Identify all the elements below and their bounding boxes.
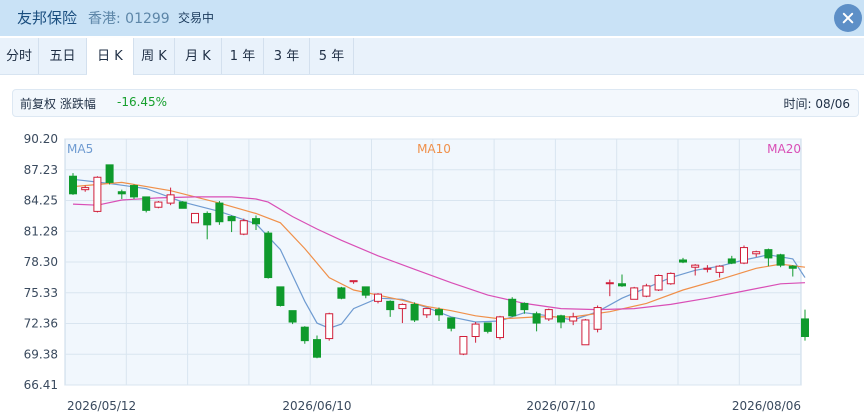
candle-body [496, 316, 504, 339]
candle-body [227, 216, 236, 222]
y-tick-label: 75.33 [24, 286, 58, 300]
candle-body [654, 274, 663, 291]
candle-body [93, 176, 102, 212]
kline-chart-svg[interactable]: 90.20 87.23 84.25 81.28 78.30 75.33 72.36 69.38… [0, 128, 864, 413]
stock-name: 友邦保险 [17, 9, 78, 27]
candle-body [142, 196, 151, 211]
candle-body [203, 212, 212, 226]
tab-weekly-k[interactable]: 周 K [134, 38, 175, 74]
candle-body [361, 286, 370, 296]
candle-body [386, 300, 395, 311]
tab-intraday[interactable]: 分时 [0, 38, 39, 74]
candle-body [349, 280, 358, 283]
time-label: 时间: 08/06 [783, 97, 850, 111]
candle-body [715, 265, 724, 273]
tab-three-year[interactable]: 3 年 [264, 38, 310, 74]
candle-body [410, 303, 419, 321]
candle-body [727, 258, 736, 264]
candle-body [581, 319, 590, 346]
candle-body [557, 315, 565, 323]
tab-five-year[interactable]: 5 年 [310, 38, 354, 74]
x-tick-label: 2026/05/12 [67, 399, 136, 413]
x-tick-label: 2026/08/06 [732, 399, 801, 413]
x-tick-label: 2026/06/10 [282, 399, 351, 413]
candle-body [544, 309, 553, 320]
candle-body [276, 286, 285, 306]
candle-body [642, 285, 651, 297]
candle-body [801, 318, 809, 338]
legend-ma20: MA20 [767, 142, 801, 156]
candle-body [630, 287, 639, 300]
candle-body [81, 187, 90, 191]
kline-chart[interactable]: 90.20 87.23 84.25 81.28 78.30 75.33 72.36 69.38… [0, 128, 864, 413]
candle-body [666, 272, 675, 285]
title-bar: 友邦保险 香港: 01299 交易中 [0, 0, 864, 36]
tab-daily-k[interactable]: 日 K [87, 38, 134, 75]
tab-five-day[interactable]: 五日 [39, 38, 87, 74]
close-icon[interactable] [834, 4, 862, 32]
info-bar: 前复权 涨跌幅 -16.45% 时间: 08/06 [12, 89, 859, 117]
legend-ma5: MA5 [67, 142, 93, 156]
candle-body [313, 339, 321, 358]
y-tick-label: 81.28 [24, 224, 58, 238]
candle-body [740, 247, 748, 264]
candle-body [618, 283, 626, 287]
candle-body [752, 251, 761, 255]
candle-body [166, 194, 175, 204]
candle-body [191, 212, 199, 224]
candle-body [508, 298, 517, 317]
candle-body [483, 322, 492, 332]
candle-body [447, 317, 456, 329]
legend-ma10: MA10 [417, 142, 451, 156]
y-tick-label: 84.25 [24, 194, 58, 208]
market-code: 香港: 01299 [88, 11, 170, 27]
candle-body [239, 220, 248, 235]
candle-body [764, 249, 773, 259]
candle-body [69, 175, 77, 195]
y-tick-label: 66.41 [24, 378, 58, 392]
y-tick-label: 78.30 [24, 255, 58, 269]
candle-body [435, 309, 443, 316]
candle-body [532, 313, 541, 324]
y-tick-label: 90.20 [24, 132, 58, 146]
period-tabs: 分时 五日 日 K 周 K 月 K 1 年 3 年 5 年 [0, 38, 864, 75]
candle-body [703, 267, 712, 270]
candle-body [605, 282, 614, 285]
candle-body [459, 336, 468, 355]
candle-body [691, 264, 700, 268]
candle-body [422, 308, 431, 316]
candle-body [471, 323, 480, 338]
change-percent: -16.45% [117, 95, 168, 109]
candle-body [252, 218, 260, 225]
candle-body [130, 185, 138, 198]
x-tick-label: 2026/07/10 [526, 399, 595, 413]
candle-body [117, 191, 126, 195]
candle-body [288, 310, 297, 323]
candle-body [374, 293, 382, 302]
tab-one-year[interactable]: 1 年 [222, 38, 264, 74]
candle-body [520, 302, 529, 311]
candle-body [215, 202, 224, 223]
adjust-label: 前复权 涨跌幅 [20, 97, 96, 111]
candle-body [154, 201, 163, 208]
candle-body [569, 316, 578, 322]
candle-body [788, 265, 797, 269]
tab-monthly-k[interactable]: 月 K [175, 38, 222, 74]
y-tick-label: 72.36 [24, 317, 58, 331]
candle-body [679, 259, 687, 263]
candle-body [264, 232, 273, 279]
candle-body [398, 303, 407, 310]
trading-status: 交易中 [178, 11, 215, 25]
candle-body [776, 254, 785, 266]
candle-body [105, 164, 114, 183]
candle-body [178, 201, 187, 209]
candle-body [300, 326, 309, 342]
candle-body [325, 313, 334, 340]
y-tick-label: 87.23 [24, 163, 58, 177]
candle-body [593, 307, 602, 330]
y-tick-label: 69.38 [24, 347, 58, 361]
candle-body [337, 287, 346, 299]
